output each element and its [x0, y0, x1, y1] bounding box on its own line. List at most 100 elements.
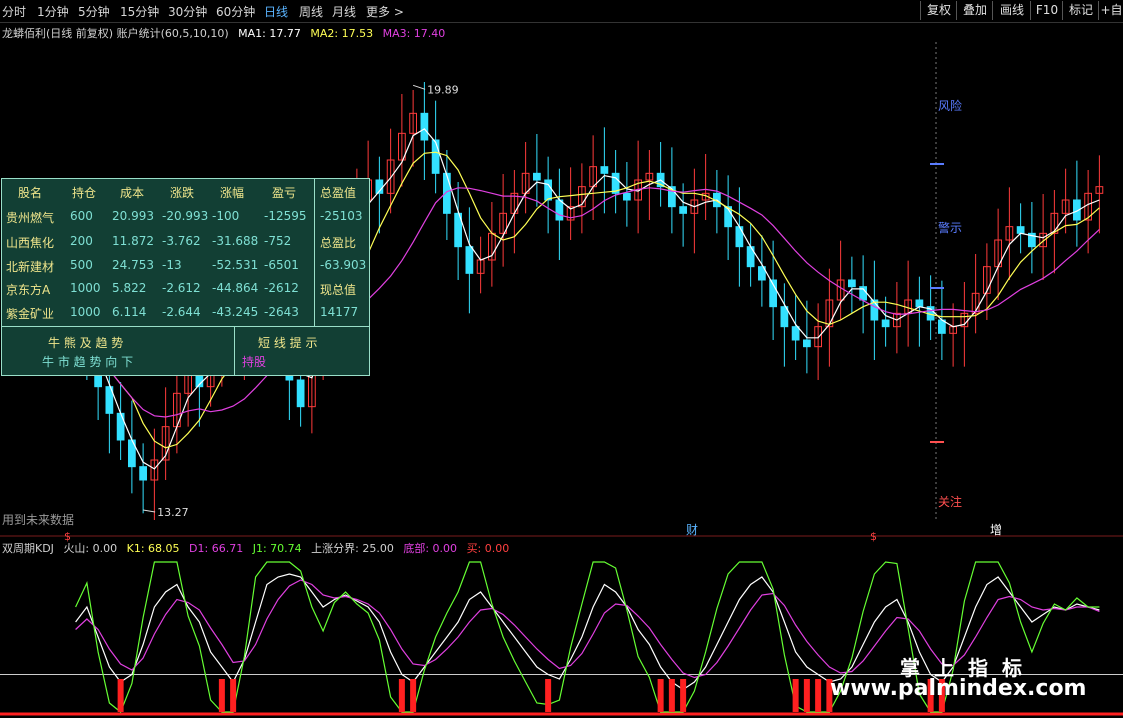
total-value-label: 现总值	[320, 283, 357, 297]
kdj-d: D1: 66.71	[189, 542, 244, 555]
row-cost: 20.993	[112, 209, 154, 223]
row-pct: -52.531	[212, 258, 259, 272]
draw-line-button[interactable]: 画线	[992, 1, 1031, 20]
row-cost: 24.753	[112, 258, 154, 272]
candle-body	[600, 166, 609, 174]
period-tab-monthly[interactable]: 月线	[332, 3, 356, 20]
row-chg: -13	[162, 258, 182, 272]
ma1-value: MA1: 17.77	[238, 27, 301, 40]
row-chg: -2.612	[162, 281, 201, 295]
row-chg: -3.762	[162, 234, 201, 248]
period-tab-timeshare[interactable]: 分时	[2, 3, 26, 20]
panel-divider	[234, 326, 235, 376]
row-cost: 6.114	[112, 305, 147, 319]
row-pct: -100	[212, 209, 240, 223]
ma2-value: MA2: 17.53	[310, 27, 374, 40]
col-header-pl: 盈亏	[272, 186, 297, 200]
kdj-signal-bar	[398, 679, 405, 712]
event-marker-dividend: $	[870, 530, 877, 543]
period-tab-daily[interactable]: 日线	[264, 3, 288, 20]
event-marker-finance: 财	[686, 523, 698, 537]
trend-text: 牛 市 趋 势 向 下	[42, 355, 134, 369]
high-price-pointer	[412, 84, 426, 90]
kdj-signal-bar	[792, 679, 799, 712]
kdj-bottom: 底部: 0.00	[403, 542, 458, 555]
row-name: 紫金矿业	[6, 307, 55, 321]
col-header-pct: 涨幅	[220, 186, 245, 200]
kdj-signal-bar	[218, 679, 225, 712]
row-pl: -752	[264, 234, 292, 248]
period-tab-1min[interactable]: 1分钟	[37, 3, 69, 20]
candle-body	[116, 412, 125, 441]
candle-body	[555, 199, 564, 221]
candle-body	[803, 339, 811, 348]
period-tab-30min[interactable]: 30分钟	[168, 3, 207, 20]
trend-title: 牛 熊 及 趋 势	[48, 336, 124, 350]
panel-divider	[2, 326, 369, 327]
row-cost: 5.822	[112, 281, 147, 295]
total-value-value: 14177	[320, 305, 359, 319]
period-tab-more[interactable]: 更多 >	[366, 3, 404, 20]
total-pl-value: -25103	[320, 209, 363, 223]
candle-body	[881, 319, 890, 328]
kdj-k: K1: 68.05	[126, 542, 180, 555]
self-select-button[interactable]: +自	[1098, 1, 1123, 20]
row-cost: 11.872	[112, 234, 154, 248]
kdj-signal-bar	[410, 679, 417, 712]
row-pos: 600	[70, 209, 93, 223]
kdj-j: J1: 70.74	[252, 542, 302, 555]
row-pl: -2643	[264, 305, 299, 319]
kdj-rise: 上涨分界: 25.00	[311, 542, 394, 555]
row-pos: 1000	[70, 305, 101, 319]
candle-body	[139, 466, 147, 481]
period-tab-15min[interactable]: 15分钟	[120, 3, 159, 20]
kdj-signal-bar	[803, 679, 810, 712]
row-pl: -2612	[264, 281, 299, 295]
zone-label-warn: 警示	[938, 220, 962, 235]
row-name: 北新建材	[6, 260, 55, 274]
candle-body	[544, 179, 552, 201]
candle-body	[420, 112, 429, 141]
period-tab-60min[interactable]: 60分钟	[216, 3, 255, 20]
row-pl: -12595	[264, 209, 307, 223]
candle-body	[679, 206, 687, 214]
col-header-position: 持仓	[72, 186, 97, 200]
col-header-change: 涨跌	[170, 186, 195, 200]
tip-text: 持股	[242, 355, 267, 369]
zone-label-risk: 风险	[938, 98, 962, 113]
row-pct: -31.688	[212, 234, 259, 248]
period-tab-weekly[interactable]: 周线	[299, 3, 323, 20]
candle-body	[623, 192, 631, 201]
event-marker-increase: 增	[990, 523, 1002, 537]
row-chg: -20.993	[162, 209, 209, 223]
f10-button[interactable]: F10	[1030, 1, 1063, 20]
zone-label-watch: 关注	[938, 494, 962, 509]
mark-button[interactable]: 标记	[1062, 1, 1099, 20]
ma3-value: MA3: 17.40	[382, 27, 446, 40]
kdj-signal-bar	[680, 679, 687, 712]
low-price-label: 13.27	[157, 506, 189, 519]
candle-body	[915, 299, 924, 308]
candle-body	[533, 172, 541, 181]
candle-body	[848, 279, 856, 288]
chart-title: 龙蟒佰利(日线 前复权) 账户统计(60,5,10,10)	[2, 27, 229, 40]
overlay-button[interactable]: 叠加	[956, 1, 993, 20]
high-price-label: 19.89	[427, 83, 459, 96]
period-tab-5min[interactable]: 5分钟	[78, 3, 110, 20]
candle-body	[791, 326, 800, 341]
row-pl: -6501	[264, 258, 299, 272]
low-price-pointer	[143, 509, 156, 513]
col-header-name: 股名	[18, 186, 43, 200]
kdj-signal-bar	[117, 679, 124, 712]
row-name: 山西焦化	[6, 236, 55, 250]
candle-body	[431, 139, 440, 174]
total-ratio-value: -63.903	[320, 258, 367, 272]
holdings-panel: 股名 持仓 成本 涨跌 涨幅 盈亏 贵州燃气 600 20.993 -20.99…	[1, 178, 370, 376]
row-name: 京东方A	[6, 283, 51, 297]
tip-title: 短 线 提 示	[258, 336, 318, 350]
kdj-signal-bar	[545, 679, 552, 712]
kdj-buy: 买: 0.00	[466, 542, 510, 555]
restore-rights-button[interactable]: 复权	[920, 1, 957, 20]
main-legend: 龙蟒佰利(日线 前复权) 账户统计(60,5,10,10) MA1: 17.77…	[2, 25, 451, 41]
row-pct: -43.245	[212, 305, 259, 319]
